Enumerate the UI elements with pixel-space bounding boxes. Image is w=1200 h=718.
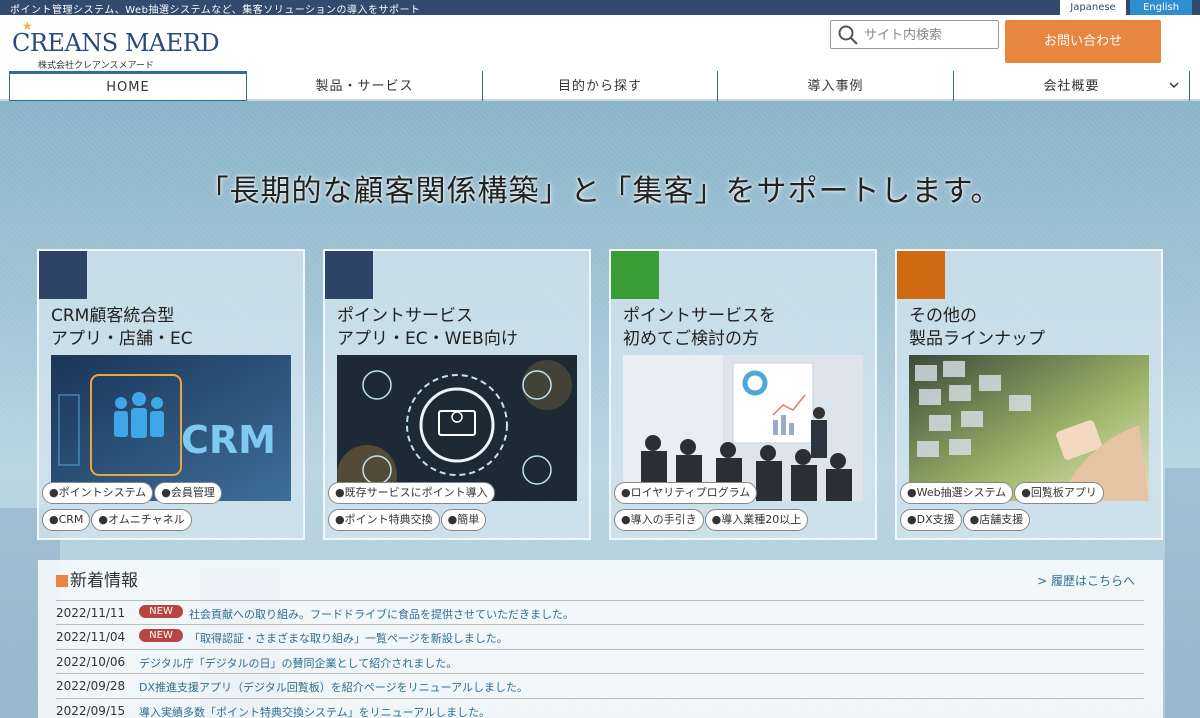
news-date: 2022/09/15	[56, 704, 126, 718]
news-history-link[interactable]: > 履歴はこちらへ	[1037, 572, 1135, 589]
presentation-image	[623, 355, 863, 501]
news-link[interactable]: 「取得認証・さまざまな取り組み」一覧ページを新設しました。	[189, 630, 508, 646]
nav-home[interactable]: HOME	[9, 71, 247, 101]
tag[interactable]: ●会員管理	[154, 482, 222, 504]
city-background	[1165, 468, 1200, 718]
site-tagline: ポイント管理システム、Web抽選システムなど、集客ソリューションの導入をサポート	[10, 5, 421, 16]
news-link[interactable]: 社会貢献への取り組み。フードドライブに食品を提供させていただきました。	[189, 606, 574, 622]
card-title: その他の 製品ラインナップ	[909, 306, 1045, 349]
hero-headline: 「長期的な顧客関係構築」と「集客」をサポートします。	[198, 174, 1002, 209]
card-title: ポイントサービス アプリ・EC・WEB向け	[337, 306, 518, 349]
card-tags: ●既存サービスにポイント導入 ●ポイント特典交換 ●簡単	[328, 481, 590, 535]
news-item[interactable]: 2022/11/04 NEW 「取得認証・さまざまな取り組み」一覧ページを新設し…	[56, 624, 1144, 648]
news-date: 2022/11/11	[56, 606, 126, 620]
card-accent	[611, 251, 659, 299]
tag[interactable]: ●導入業種20以上	[704, 509, 809, 531]
news-item[interactable]: 2022/09/15 導入実績多数「ポイント特典交換システム」をリニューアルしま…	[56, 698, 1144, 718]
tag[interactable]: ●店舗支援	[962, 509, 1031, 531]
nav-company-label: 会社概要	[1043, 79, 1100, 94]
main-nav: HOME 製品・サービス 目的から探す 導入事例 会社概要	[0, 71, 1200, 101]
news-link[interactable]: DX推進支援アプリ（デジタル回覧板）を紹介ページをリニューアルしました。	[139, 679, 528, 695]
site-search[interactable]	[830, 20, 999, 49]
product-card-point-service[interactable]: ポイントサービス アプリ・EC・WEB向け ●既存サービスにポイント導入 ●ポイ…	[323, 249, 591, 540]
card-accent	[39, 251, 87, 299]
lineup-image	[909, 355, 1149, 501]
news-date: 2022/10/06	[56, 655, 126, 669]
nav-company[interactable]: 会社概要	[954, 71, 1190, 101]
search-input[interactable]	[864, 25, 994, 45]
tag[interactable]: ●ポイントシステム	[42, 482, 154, 504]
tag[interactable]: ●ロイヤリティプログラム	[614, 482, 758, 504]
tag[interactable]: ●DX支援	[900, 509, 962, 531]
card-accent	[897, 251, 945, 299]
card-title: CRM顧客統合型 アプリ・店舗・EC	[51, 306, 193, 349]
card-tags: ●ロイヤリティプログラム ●導入の手引き ●導入業種20以上	[614, 481, 876, 535]
tag[interactable]: ●回覧板アプリ	[1014, 482, 1104, 504]
news-item[interactable]: 2022/10/06 デジタル庁「デジタルの日」の賛同企業として紹介されました。	[56, 649, 1144, 673]
news-item[interactable]: 2022/09/28 DX推進支援アプリ（デジタル回覧板）を紹介ページをリニュー…	[56, 673, 1144, 697]
new-badge: NEW	[139, 605, 183, 618]
product-card-lineup[interactable]: その他の 製品ラインナップ ●Web抽選システム ●回覧板アプリ ●DX支援 ●…	[895, 249, 1163, 540]
card-tags: ●ポイントシステム ●会員管理 ●CRM ●オムニチャネル	[42, 481, 304, 535]
language-japanese-link[interactable]: Japanese	[1060, 0, 1126, 15]
crm-image: CRM	[51, 355, 291, 501]
nav-case-studies[interactable]: 導入事例	[718, 71, 954, 101]
logo-company-name: 株式会社クレアンスメアード	[38, 61, 154, 71]
tag[interactable]: ●オムニチャネル	[91, 509, 192, 531]
news-date: 2022/11/04	[56, 630, 126, 644]
site-header: ★ CREANS MAERD 株式会社クレアンスメアード お問い合わせ	[0, 15, 1200, 71]
news-link[interactable]: デジタル庁「デジタルの日」の賛同企業として紹介されました。	[139, 655, 457, 671]
contact-button[interactable]: お問い合わせ	[1005, 20, 1161, 63]
news-link[interactable]: 導入実績多数「ポイント特典交換システム」をリニューアルしました。	[139, 704, 490, 718]
card-accent	[325, 251, 373, 299]
rss-icon	[56, 575, 68, 587]
language-english-link[interactable]: English	[1130, 0, 1192, 15]
hero-section: 「長期的な顧客関係構築」と「集客」をサポートします。 CRM顧客統合型 アプリ・…	[0, 101, 1200, 718]
product-card-crm[interactable]: CRM顧客統合型 アプリ・店舗・EC CRM ●ポイントシステム ●会員管理 ●…	[37, 249, 305, 540]
nav-purpose[interactable]: 目的から探す	[483, 71, 718, 101]
nav-products[interactable]: 製品・サービス	[247, 71, 483, 101]
tag[interactable]: ●ポイント特典交換	[328, 509, 440, 531]
product-card-first-time[interactable]: ポイントサービスを 初めてご検討の方 ●ロイヤリティプログラム ●導入の手引き …	[609, 249, 877, 540]
logo-wordmark: CREANS MAERD	[12, 29, 220, 57]
company-logo[interactable]: ★ CREANS MAERD 株式会社クレアンスメアード	[10, 19, 220, 71]
news-panel: 新着情報 > 履歴はこちらへ 2022/11/11 NEW 社会貢献への取り組み…	[38, 560, 1163, 718]
chevron-down-icon	[1169, 82, 1179, 88]
search-icon[interactable]	[838, 25, 858, 45]
crm-image-text: CRM	[181, 418, 276, 462]
tag[interactable]: ●Web抽選システム	[900, 482, 1014, 504]
tag[interactable]: ●簡単	[440, 509, 487, 531]
news-heading-label: 新着情報	[70, 571, 138, 591]
news-item[interactable]: 2022/11/11 NEW 社会貢献への取り組み。フードドライブに食品を提供さ…	[56, 600, 1144, 624]
point-service-image	[337, 355, 577, 501]
card-title: ポイントサービスを 初めてご検討の方	[623, 306, 776, 349]
news-heading: 新着情報	[56, 566, 138, 591]
top-strip: ポイント管理システム、Web抽選システムなど、集客ソリューションの導入をサポート…	[0, 0, 1200, 16]
news-date: 2022/09/28	[56, 679, 126, 693]
tag[interactable]: ●導入の手引き	[614, 509, 704, 531]
card-tags: ●Web抽選システム ●回覧板アプリ ●DX支援 ●店舗支援	[900, 481, 1162, 535]
tag[interactable]: ●既存サービスにポイント導入	[328, 482, 495, 504]
new-badge: NEW	[139, 629, 183, 642]
tag[interactable]: ●CRM	[42, 509, 91, 531]
